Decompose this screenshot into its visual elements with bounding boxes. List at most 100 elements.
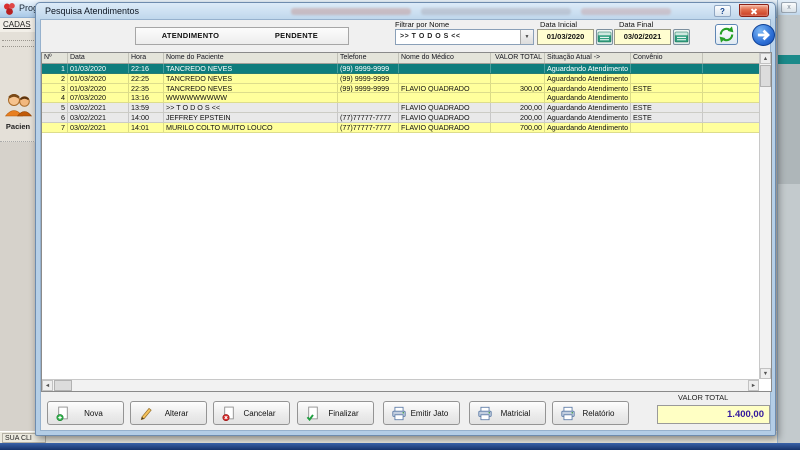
table-cell-medico: FLAVIO QUADRADO bbox=[399, 103, 491, 112]
table-cell-medico bbox=[399, 93, 491, 103]
table-cell-num: 3 bbox=[42, 83, 68, 93]
table-cell-telefone bbox=[338, 93, 399, 103]
refresh-icon bbox=[719, 26, 734, 43]
table-cell-nome: MURILO COLTO MUITO LOUCO bbox=[164, 122, 338, 132]
table-row[interactable]: 2 01/03/2020 22:25 TANCREDO NEVES (99) 9999-… bbox=[42, 73, 771, 84]
filter-name-dropdown[interactable]: >> T O D O S << ▼ bbox=[395, 29, 534, 45]
table-cell-valor: 300,00 bbox=[491, 83, 545, 93]
grid-header: Nº Data Hora Nome do Paciente Telefone Nome d… bbox=[42, 53, 771, 64]
horizontal-scrollbar[interactable]: ◄ ► bbox=[42, 379, 759, 391]
alterar-button[interactable]: Alterar bbox=[130, 401, 207, 425]
table-cell-medico bbox=[399, 64, 491, 73]
table-cell-num: 7 bbox=[42, 122, 68, 132]
horizontal-scrollbar-thumb[interactable] bbox=[54, 380, 72, 391]
table-cell-telefone: (77)77777-7777 bbox=[338, 122, 399, 132]
table-cell-convenio bbox=[631, 73, 703, 83]
go-search-button[interactable] bbox=[752, 24, 775, 46]
column-header: Telefone bbox=[338, 53, 399, 63]
dialog-titlebar[interactable]: Pesquisa Atendimentos ? bbox=[36, 3, 775, 19]
table-cell-data: 03/02/2021 bbox=[68, 122, 129, 132]
calendar-icon[interactable] bbox=[673, 29, 690, 45]
right-window-panel bbox=[778, 64, 800, 184]
table-cell-num: 5 bbox=[42, 103, 68, 112]
scroll-right-icon[interactable]: ► bbox=[748, 380, 759, 391]
button-label: Cancelar bbox=[243, 408, 276, 418]
cancelar-button[interactable]: Cancelar bbox=[213, 401, 290, 425]
table-cell-hora: 22:16 bbox=[129, 64, 164, 73]
table-cell-situacao: Aguardando Atendimento bbox=[545, 73, 631, 83]
relatorio-button[interactable]: Relatório bbox=[552, 401, 629, 425]
scroll-down-icon[interactable]: ▼ bbox=[760, 368, 771, 379]
table-cell-convenio: ESTE bbox=[631, 112, 703, 122]
matricial-button[interactable]: Matricial bbox=[469, 401, 546, 425]
filter-label: Filtrar por Nome bbox=[395, 20, 450, 29]
table-cell-valor bbox=[491, 64, 545, 73]
finalizar-button[interactable]: Finalizar bbox=[297, 401, 374, 425]
chevron-down-icon[interactable]: ▼ bbox=[520, 30, 533, 44]
doc-cancel-icon bbox=[220, 406, 238, 421]
column-header: Nome do Paciente bbox=[164, 53, 338, 63]
table-cell-hora: 14:01 bbox=[129, 122, 164, 132]
emitir-jato-button[interactable]: Emitir Jato bbox=[383, 401, 460, 425]
tab-pendente[interactable]: PENDENTE bbox=[245, 27, 349, 45]
printer-icon bbox=[559, 406, 577, 421]
button-label: Emitir Jato bbox=[410, 408, 449, 418]
printer-icon bbox=[390, 406, 408, 421]
scroll-up-icon[interactable]: ▲ bbox=[760, 53, 771, 64]
menu-item-cadastro[interactable]: CADAS bbox=[3, 20, 31, 29]
table-cell-data: 07/03/2020 bbox=[68, 93, 129, 103]
table-cell-data: 01/03/2020 bbox=[68, 64, 129, 73]
patients-people-icon bbox=[4, 94, 33, 117]
date-end-field[interactable]: 03/02/2021 bbox=[614, 29, 671, 45]
button-label: Alterar bbox=[164, 408, 189, 418]
taskbar[interactable] bbox=[0, 443, 800, 450]
dialog-title: Pesquisa Atendimentos bbox=[45, 6, 140, 16]
table-cell-nome: WWWWWWWWW bbox=[164, 93, 338, 103]
doc-check-icon bbox=[304, 406, 322, 421]
table-cell-valor: 200,00 bbox=[491, 112, 545, 122]
grid-rows: 1 01/03/2020 22:16 TANCREDO NEVES (99) 9999-… bbox=[42, 64, 771, 133]
table-row[interactable]: 5 03/02/2021 13:59 >> T O D O S << FLAVIO QU… bbox=[42, 103, 771, 113]
toolbar-item-pacientes[interactable]: Pacien bbox=[1, 90, 35, 140]
table-cell-situacao: Aguardando Atendimento bbox=[545, 83, 631, 93]
table-row[interactable]: 7 03/02/2021 14:01 MURILO COLTO MUITO LOUCO… bbox=[42, 122, 771, 133]
table-cell-num: 2 bbox=[42, 73, 68, 83]
table-row[interactable]: 6 03/02/2021 14:00 JEFFREY EPSTEIN (77)77777… bbox=[42, 112, 771, 123]
scroll-left-icon[interactable]: ◄ bbox=[42, 380, 53, 391]
table-row[interactable]: 3 01/03/2020 22:35 TANCREDO NEVES (99) 9999-… bbox=[42, 83, 771, 94]
column-header: Convênio bbox=[631, 53, 703, 63]
table-cell-telefone: (99) 9999-9999 bbox=[338, 73, 399, 83]
refresh-button[interactable] bbox=[715, 24, 738, 45]
doc-plus-icon bbox=[54, 406, 72, 421]
ghost-text bbox=[421, 8, 571, 15]
table-cell-situacao: Aguardando Atendimento bbox=[545, 64, 631, 73]
vertical-scrollbar-thumb[interactable] bbox=[760, 65, 771, 87]
table-row[interactable]: 4 07/03/2020 13:16 WWWWWWWWW Aguardando Aten… bbox=[42, 93, 771, 104]
help-button[interactable]: ? bbox=[714, 5, 731, 17]
table-cell-hora: 22:35 bbox=[129, 83, 164, 93]
column-header: Data bbox=[68, 53, 129, 63]
close-button[interactable] bbox=[739, 4, 769, 17]
date-start-field[interactable]: 01/03/2020 bbox=[537, 29, 594, 45]
table-cell-valor: 700,00 bbox=[491, 122, 545, 132]
table-cell-valor bbox=[491, 93, 545, 103]
toolbar-separator bbox=[2, 40, 34, 41]
date-end-label: Data Final bbox=[619, 20, 654, 29]
column-header: Situação Atual -> bbox=[545, 53, 631, 63]
vertical-scrollbar[interactable]: ▲ ▼ bbox=[759, 53, 771, 379]
button-label: Relatório bbox=[582, 408, 615, 418]
app-logo-icon bbox=[4, 3, 15, 15]
table-cell-medico: FLAVIO QUADRADO bbox=[399, 83, 491, 93]
table-cell-situacao: Aguardando Atendimento bbox=[545, 103, 631, 112]
calendar-icon[interactable] bbox=[596, 29, 613, 45]
column-header: Nome do Médico bbox=[399, 53, 491, 63]
column-header: Nº bbox=[42, 53, 68, 63]
right-window-close-icon[interactable]: x bbox=[781, 2, 797, 13]
total-label: VALOR TOTAL bbox=[678, 393, 729, 402]
toolbar-item-label: Pacien bbox=[5, 122, 31, 131]
nova-button[interactable]: Nova bbox=[47, 401, 124, 425]
table-cell-hora: 22:25 bbox=[129, 73, 164, 83]
table-cell-nome: TANCREDO NEVES bbox=[164, 73, 338, 83]
tab-atendimento[interactable]: ATENDIMENTO bbox=[135, 27, 246, 45]
table-row[interactable]: 1 01/03/2020 22:16 TANCREDO NEVES (99) 9999-… bbox=[42, 64, 771, 74]
